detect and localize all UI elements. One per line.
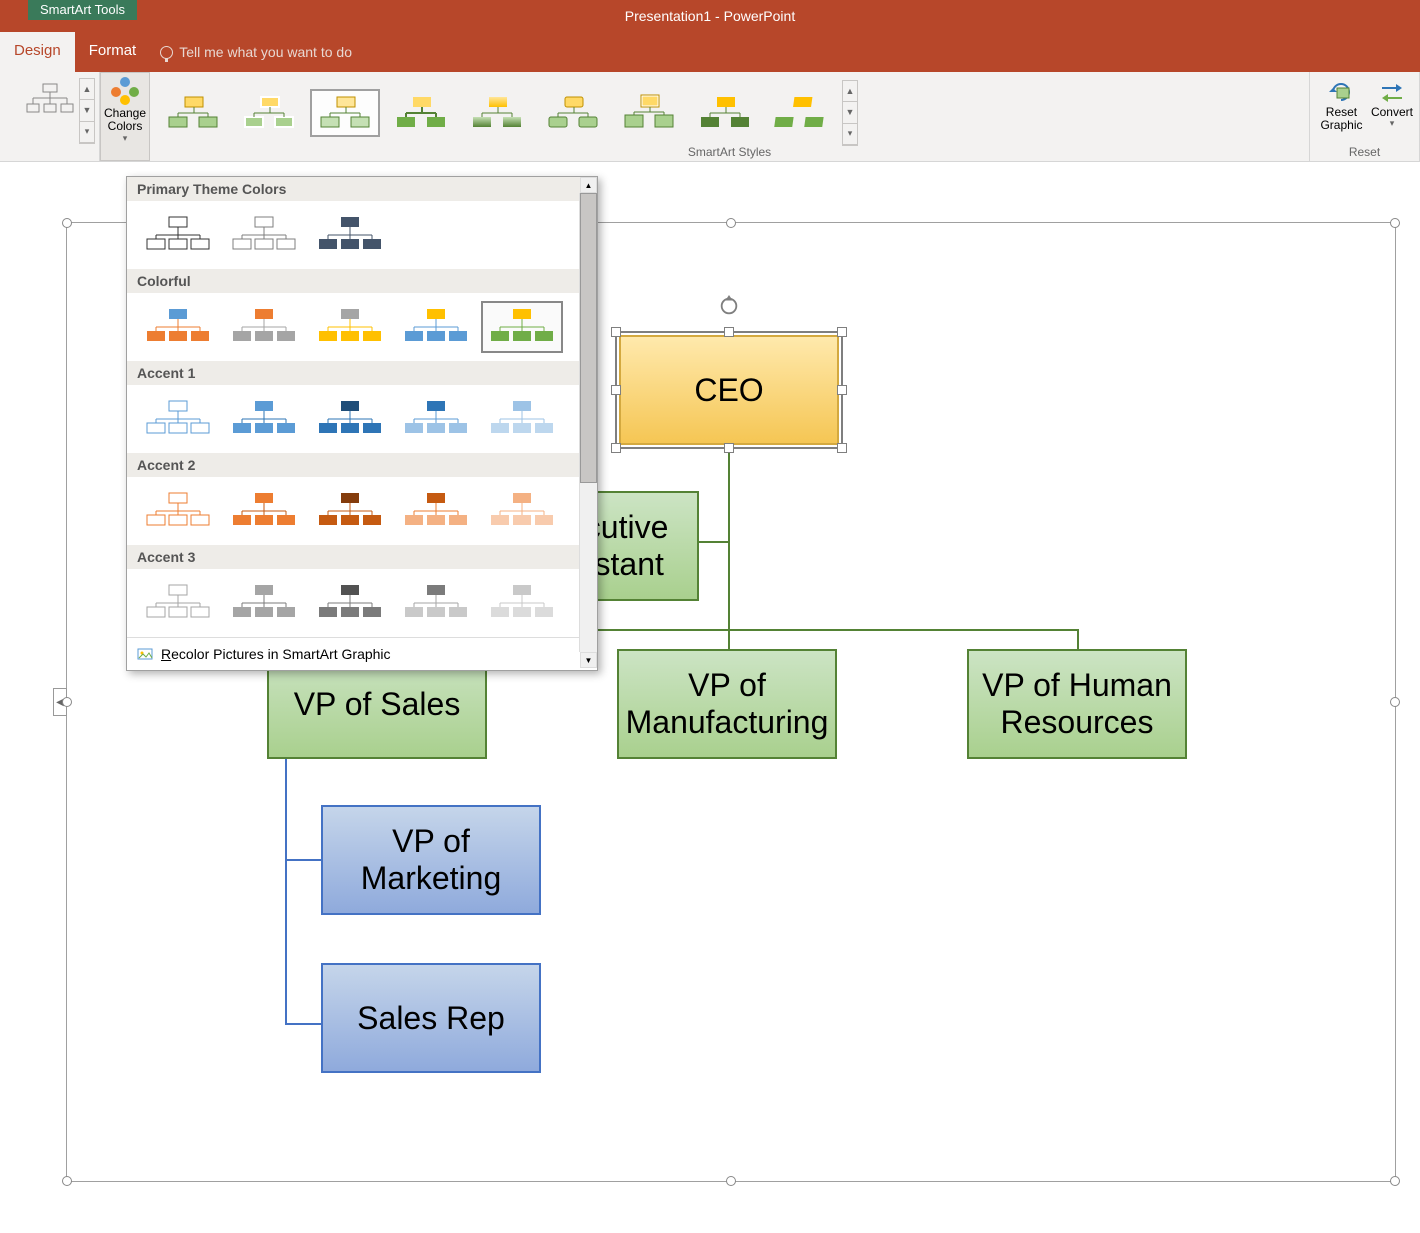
color-section-accent1: Accent 1: [127, 361, 597, 385]
ribbon: ▲ ▼ ▾ Change Colors ▾ ▲ ▼ ▾ SmartA: [0, 72, 1420, 162]
styles-group-label: SmartArt Styles: [150, 145, 1309, 159]
org-node-ceo[interactable]: CEO: [619, 335, 839, 445]
tell-me-search[interactable]: Tell me what you want to do: [150, 32, 352, 72]
color-option[interactable]: [309, 301, 391, 353]
style-thumb-7[interactable]: [614, 89, 684, 137]
selection-handle[interactable]: [1390, 1176, 1400, 1186]
color-section-primary: Primary Theme Colors: [127, 177, 597, 201]
layouts-scroll-down[interactable]: ▼: [80, 100, 94, 121]
color-option[interactable]: [223, 301, 305, 353]
popup-scrollbar[interactable]: ▲ ▼: [579, 193, 597, 652]
layouts-scroll-up[interactable]: ▲: [80, 79, 94, 100]
style-thumb-9[interactable]: [766, 89, 836, 137]
color-option[interactable]: [309, 209, 391, 261]
connector: [285, 759, 287, 1025]
styles-scroll-up[interactable]: ▲: [843, 81, 857, 102]
org-node-sales-rep[interactable]: Sales Rep: [321, 963, 541, 1073]
layouts-more[interactable]: ▾: [80, 122, 94, 143]
scroll-up[interactable]: ▲: [580, 177, 597, 193]
style-thumb-5[interactable]: [462, 89, 532, 137]
color-option[interactable]: [137, 393, 219, 445]
selection-handle[interactable]: [62, 218, 72, 228]
lightbulb-icon: [160, 46, 173, 59]
style-thumb-6[interactable]: [538, 89, 608, 137]
reset-icon: [1327, 78, 1355, 106]
color-option[interactable]: [481, 577, 563, 629]
convert-icon: [1378, 78, 1406, 106]
color-section-accent3: Accent 3: [127, 545, 597, 569]
change-colors-button[interactable]: Change Colors ▾: [100, 72, 150, 161]
layout-thumb[interactable]: [25, 82, 75, 118]
picture-icon: [137, 646, 153, 662]
style-thumb-3[interactable]: [310, 89, 380, 137]
color-option[interactable]: [223, 485, 305, 537]
selection-handle[interactable]: [726, 218, 736, 228]
org-node-vp-manufacturing[interactable]: VP of Manufacturing: [617, 649, 837, 759]
connector: [728, 629, 730, 651]
scroll-thumb[interactable]: [580, 193, 597, 483]
style-thumb-2[interactable]: [234, 89, 304, 137]
color-section-accent2: Accent 2: [127, 453, 597, 477]
color-option[interactable]: [309, 577, 391, 629]
selection-handle[interactable]: [62, 697, 72, 707]
style-thumb-8[interactable]: [690, 89, 760, 137]
tab-format[interactable]: Format: [75, 32, 151, 72]
styles-more[interactable]: ▾: [843, 124, 857, 145]
color-option[interactable]: [137, 301, 219, 353]
change-colors-icon: [111, 77, 139, 105]
smartart-tools-tab: SmartArt Tools: [28, 0, 137, 20]
color-option[interactable]: [395, 301, 477, 353]
color-option[interactable]: [223, 577, 305, 629]
color-section-colorful: Colorful: [127, 269, 597, 293]
connector: [728, 445, 730, 495]
smartart-styles-group: ▲ ▼ ▾ SmartArt Styles: [150, 72, 1310, 161]
color-option[interactable]: [395, 577, 477, 629]
color-option[interactable]: [223, 393, 305, 445]
connector: [728, 495, 730, 629]
selection-handle[interactable]: [1390, 697, 1400, 707]
color-option[interactable]: [137, 577, 219, 629]
reset-group: Reset Graphic Convert ▾ Reset: [1310, 72, 1420, 161]
connector: [1077, 629, 1079, 651]
selection-handle[interactable]: [62, 1176, 72, 1186]
selection-handle[interactable]: [1390, 218, 1400, 228]
document-title: Presentation1 - PowerPoint: [625, 8, 795, 24]
org-node-vp-marketing[interactable]: VP of Marketing: [321, 805, 541, 915]
ribbon-tabs: Design Format Tell me what you want to d…: [0, 32, 1420, 72]
rotation-handle[interactable]: [718, 295, 740, 322]
color-option[interactable]: [309, 393, 391, 445]
style-thumb-4[interactable]: [386, 89, 456, 137]
color-option[interactable]: [395, 485, 477, 537]
color-option[interactable]: [395, 393, 477, 445]
layouts-group: ▲ ▼ ▾: [0, 72, 100, 161]
recolor-pictures-button[interactable]: Recolor Pictures in SmartArt Graphic: [127, 637, 597, 670]
reset-group-label: Reset: [1310, 145, 1419, 159]
style-thumb-1[interactable]: [158, 89, 228, 137]
tab-design[interactable]: Design: [0, 32, 75, 72]
scroll-down[interactable]: ▼: [580, 652, 597, 668]
color-option[interactable]: [481, 393, 563, 445]
color-option[interactable]: [223, 209, 305, 261]
color-option[interactable]: [137, 209, 219, 261]
color-option[interactable]: [309, 485, 391, 537]
color-option-selected[interactable]: [481, 301, 563, 353]
color-option[interactable]: [481, 485, 563, 537]
title-bar: SmartArt Tools Presentation1 - PowerPoin…: [0, 0, 1420, 32]
styles-scroll-down[interactable]: ▼: [843, 102, 857, 123]
org-node-vp-hr[interactable]: VP of Human Resources: [967, 649, 1187, 759]
selection-handle[interactable]: [726, 1176, 736, 1186]
color-option[interactable]: [137, 485, 219, 537]
change-colors-dropdown: ▲ ▼ Primary Theme Colors Colorful Accent…: [126, 176, 598, 671]
